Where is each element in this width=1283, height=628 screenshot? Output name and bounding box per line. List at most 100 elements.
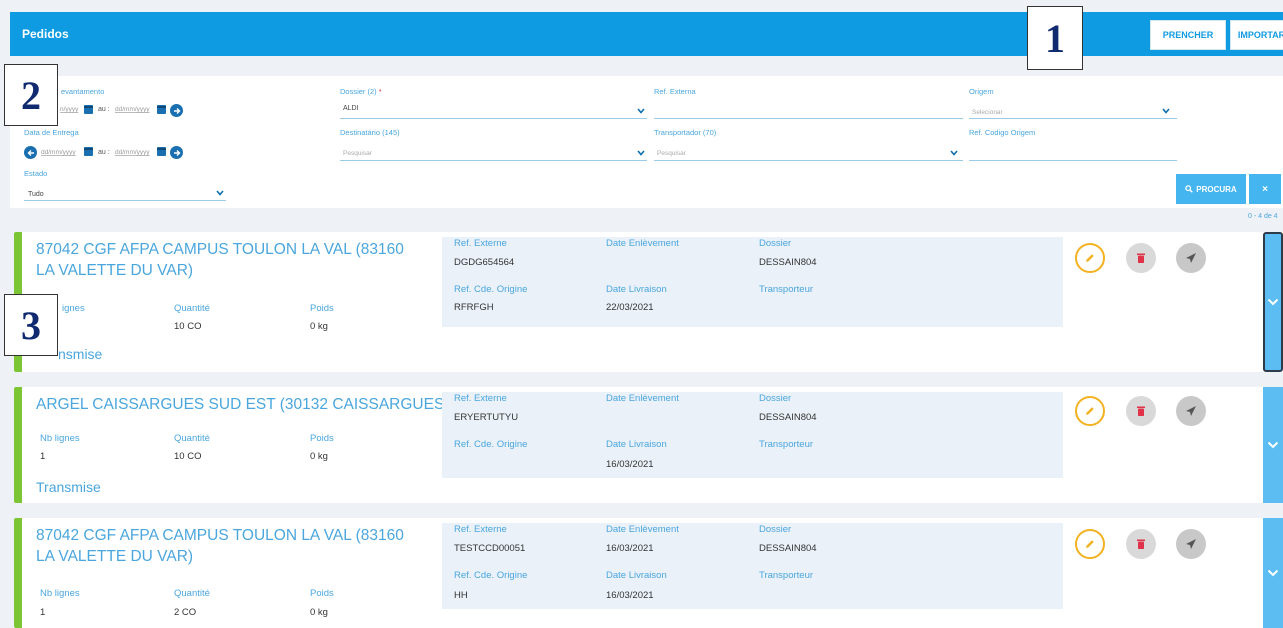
- date-enlevement-label: Date Enlèvement: [606, 238, 679, 249]
- reference-panel: [442, 523, 1063, 609]
- order-card[interactable]: 87042 CGF AFPA CAMPUS TOULON LA VAL (831…: [14, 518, 1283, 628]
- trash-icon: [1137, 539, 1145, 549]
- clear-button[interactable]: ×: [1249, 174, 1281, 204]
- au-label: au :: [98, 149, 110, 156]
- transporteur-label: Transporteur: [759, 570, 814, 581]
- calendar-icon[interactable]: [84, 105, 93, 114]
- quantite-value: 10 CO: [174, 321, 202, 332]
- importar-button[interactable]: IMPORTAR: [1230, 20, 1283, 50]
- expand-button[interactable]: [1263, 232, 1283, 372]
- order-name[interactable]: 87042 CGF AFPA CAMPUS TOULON LA VAL (831…: [36, 239, 426, 281]
- destinatario-input[interactable]: Pesquisar: [343, 150, 372, 157]
- send-button[interactable]: [1176, 396, 1206, 426]
- send-button[interactable]: [1176, 243, 1206, 273]
- trash-icon: [1137, 406, 1145, 416]
- chevron-down-icon[interactable]: [637, 108, 645, 114]
- ref-externe-value: DGDG654564: [454, 257, 515, 268]
- dossier-select[interactable]: ALDI: [343, 105, 359, 112]
- chevron-down-icon: [1267, 441, 1279, 449]
- poids-label: Poids: [310, 588, 334, 599]
- chevron-down-icon: [1267, 569, 1279, 577]
- poids-value: 0 kg: [310, 451, 328, 462]
- pencil-icon: [1086, 407, 1094, 415]
- chevron-down-icon[interactable]: [637, 150, 645, 156]
- origem-select[interactable]: Selecionar: [972, 109, 1003, 116]
- au-label: au :: [98, 106, 110, 113]
- status-accent: [14, 518, 22, 628]
- arrow-left-icon[interactable]: [24, 146, 37, 159]
- ref-cde-label: Ref. Cde. Origine: [454, 284, 528, 295]
- result-count: 0 - 4 de 4: [1248, 213, 1278, 220]
- quantite-label: Quantité: [174, 433, 210, 444]
- arrow-right-icon[interactable]: [170, 104, 183, 117]
- reference-panel: [442, 237, 1063, 327]
- order-name[interactable]: 87042 CGF AFPA CAMPUS TOULON LA VAL (831…: [36, 525, 426, 567]
- date-livraison-value: 16/03/2021: [606, 590, 654, 601]
- order-card[interactable]: ARGEL CAISSARGUES SUD EST (30132 CAISSAR…: [14, 387, 1283, 503]
- quantite-label: Quantité: [174, 588, 210, 599]
- ref-externa-input[interactable]: [654, 118, 963, 119]
- ref-cde-value: RFRFGH: [454, 302, 494, 313]
- edit-button[interactable]: [1075, 396, 1105, 426]
- dossier-label: Dossier (2) *: [340, 87, 382, 96]
- callout-1: 1: [1027, 6, 1083, 70]
- expand-button[interactable]: [1263, 387, 1283, 503]
- calendar-icon[interactable]: [84, 147, 93, 156]
- chevron-down-icon[interactable]: [950, 150, 958, 156]
- levantamento-label: evantamento: [61, 87, 105, 96]
- ref-codigo-input[interactable]: [969, 160, 1177, 161]
- order-card[interactable]: 87042 CGF AFPA CAMPUS TOULON LA VAL (831…: [14, 232, 1283, 372]
- send-icon: [1186, 253, 1196, 263]
- ref-externe-label: Ref. Externe: [454, 238, 507, 249]
- levantamento-to-input[interactable]: dd/mm/yyyy: [115, 106, 150, 113]
- delete-button[interactable]: [1126, 529, 1156, 559]
- poids-label: Poids: [310, 303, 334, 314]
- delete-button[interactable]: [1126, 243, 1156, 273]
- send-button[interactable]: [1176, 529, 1206, 559]
- date-livraison-label: Date Livraison: [606, 570, 667, 581]
- lignes-value: 1: [40, 451, 46, 462]
- transportador-input[interactable]: Pesquisar: [657, 150, 686, 157]
- filter-panel: evantamento n/yyyy au : dd/mm/yyyy Data …: [10, 76, 1283, 208]
- reference-panel: [442, 392, 1063, 478]
- date-livraison-label: Date Livraison: [606, 439, 667, 450]
- chevron-down-icon[interactable]: [216, 190, 224, 196]
- transportador-underline: [654, 160, 963, 161]
- order-name[interactable]: ARGEL CAISSARGUES SUD EST (30132 CAISSAR…: [36, 394, 456, 415]
- destinatario-label: Destinatário (145): [340, 128, 400, 137]
- page: Pedidos PRENCHER IMPORTAR 1 2 3 evantame…: [0, 0, 1283, 628]
- entrega-to-input[interactable]: dd/mm/yyyy: [115, 149, 150, 156]
- chevron-down-icon[interactable]: [1162, 108, 1170, 114]
- expand-button[interactable]: [1263, 518, 1283, 628]
- pencil-icon: [1086, 254, 1094, 262]
- date-enlevement-value: 16/03/2021: [606, 543, 654, 554]
- arrow-right-icon[interactable]: [170, 146, 183, 159]
- ref-externa-label: Ref. Externa: [654, 87, 696, 96]
- poids-value: 0 kg: [310, 321, 328, 332]
- delete-button[interactable]: [1126, 396, 1156, 426]
- search-button-label: PROCURA: [1196, 184, 1237, 194]
- poids-value: 0 kg: [310, 607, 328, 618]
- ref-cde-label: Ref. Cde. Origine: [454, 570, 528, 581]
- prencher-button[interactable]: PRENCHER: [1150, 20, 1226, 50]
- edit-button[interactable]: [1075, 529, 1105, 559]
- transporteur-label: Transporteur: [759, 284, 814, 295]
- search-button[interactable]: PROCURA: [1176, 174, 1246, 204]
- dossier-value: DESSAIN804: [759, 257, 817, 268]
- send-icon: [1186, 539, 1196, 549]
- entrega-from-input[interactable]: dd/mm/yyyy: [41, 149, 76, 156]
- lignes-label: Nb lignes: [40, 588, 80, 599]
- ref-externe-label: Ref. Externe: [454, 524, 507, 535]
- entrega-label: Data de Entrega: [24, 128, 79, 137]
- estado-select[interactable]: Tudo: [28, 191, 44, 198]
- ref-cde-value: HH: [454, 590, 468, 601]
- date-enlevement-label: Date Enlèvement: [606, 393, 679, 404]
- levantamento-from-input[interactable]: n/yyyy: [60, 106, 78, 113]
- calendar-icon[interactable]: [157, 105, 166, 114]
- dossier-label: Dossier: [759, 238, 792, 249]
- calendar-icon[interactable]: [157, 147, 166, 156]
- callout-2: 2: [4, 64, 58, 126]
- dossier-label: Dossier: [759, 524, 792, 535]
- edit-button[interactable]: [1075, 243, 1105, 273]
- date-enlevement-label: Date Enlèvement: [606, 524, 679, 535]
